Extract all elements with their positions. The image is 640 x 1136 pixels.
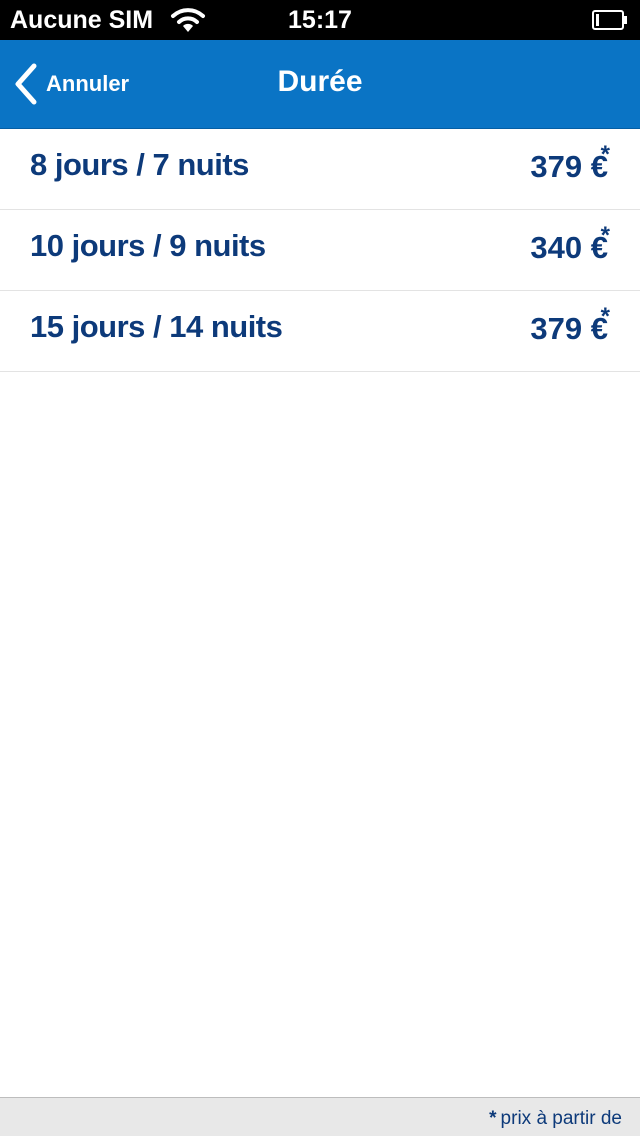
footer-note: * prix à partir de [489, 1108, 622, 1130]
duration-label: 8 jours / 7 nuits [30, 147, 249, 182]
duration-label: 10 jours / 9 nuits [30, 228, 266, 263]
price-asterisk: * [600, 222, 610, 249]
duration-list: 8 jours / 7 nuits 379 € * 10 jours / 9 n… [0, 129, 640, 372]
battery-icon [592, 10, 627, 30]
nav-bar: Annuler Durée [0, 40, 640, 129]
duration-label: 15 jours / 14 nuits [30, 309, 283, 344]
duration-price: 340 € [530, 230, 608, 265]
duration-row-15-jours[interactable]: 15 jours / 14 nuits 379 € * [0, 291, 640, 372]
price-asterisk: * [600, 303, 610, 330]
footer-asterisk: * [489, 1108, 497, 1129]
status-bar: Aucune SIM 15:17 [0, 0, 640, 40]
price-asterisk: * [600, 141, 610, 168]
duration-price: 379 € [530, 311, 608, 346]
duration-price: 379 € [530, 149, 608, 184]
footer-note-text: prix à partir de [500, 1108, 622, 1129]
duration-row-8-jours[interactable]: 8 jours / 7 nuits 379 € * [0, 129, 640, 210]
screen: Aucune SIM 15:17 Annuler Durée 8 jours /… [0, 0, 640, 1136]
footer: * prix à partir de [0, 1097, 640, 1136]
page-title: Durée [277, 65, 363, 98]
duration-row-10-jours[interactable]: 10 jours / 9 nuits 340 € * [0, 210, 640, 291]
clock: 15:17 [288, 6, 352, 34]
